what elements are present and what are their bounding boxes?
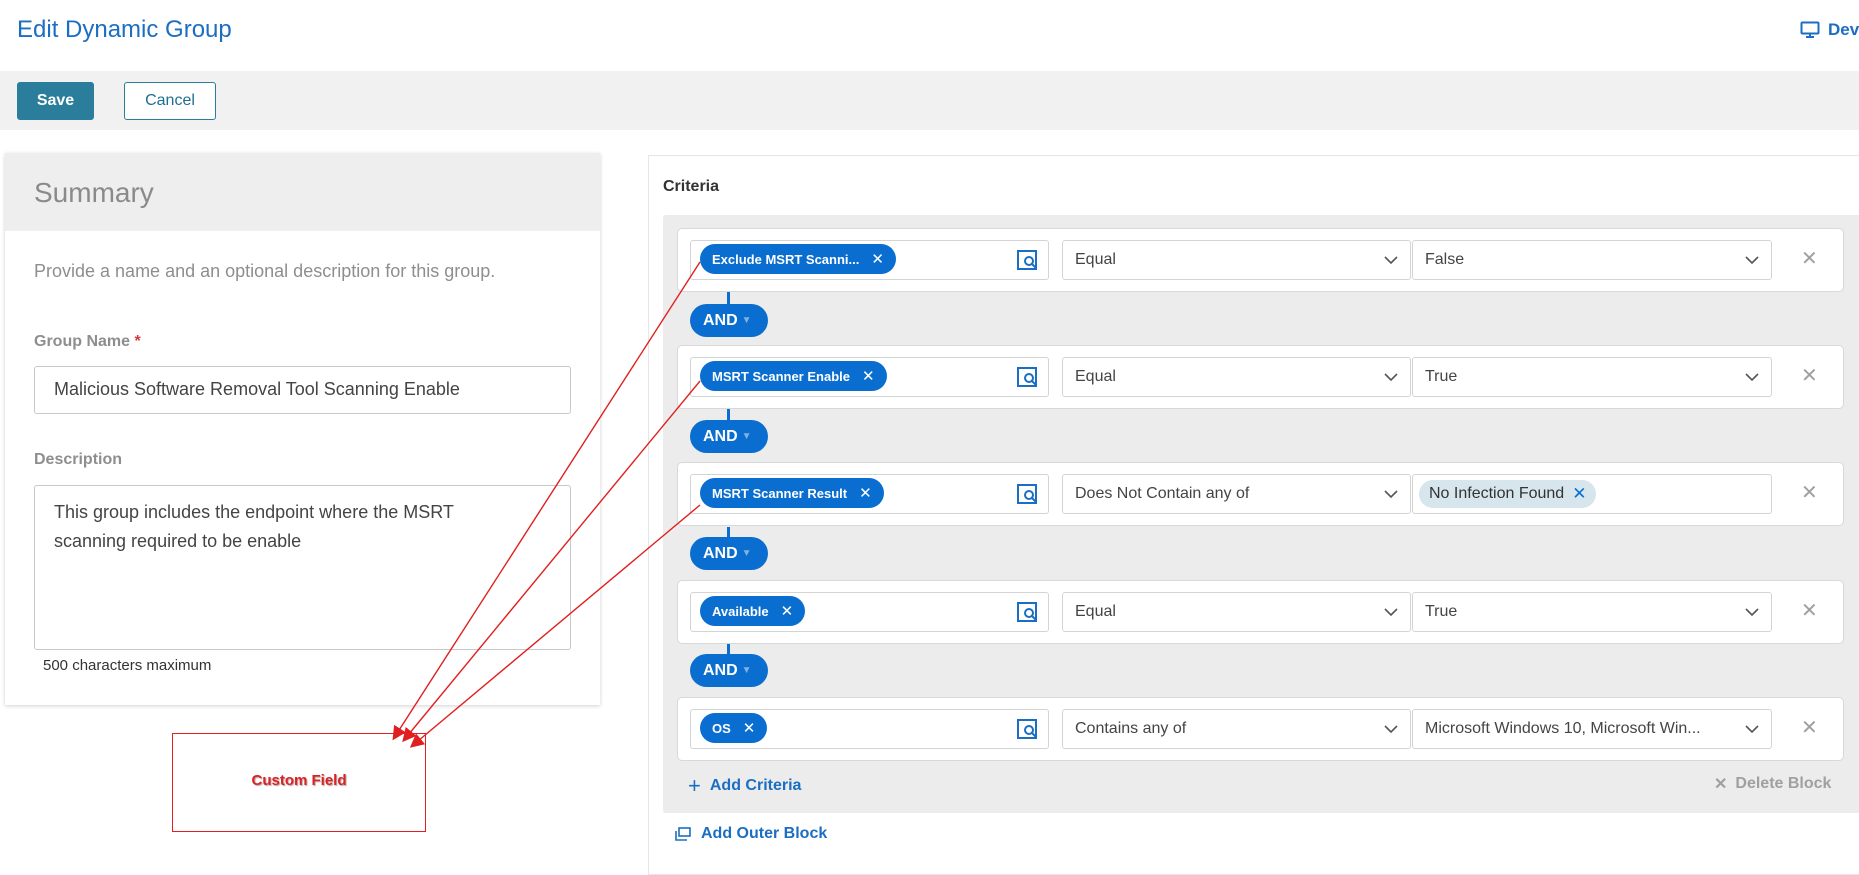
operator-dropdown[interactable]: Contains any of bbox=[1062, 709, 1411, 749]
chevron-down-icon bbox=[1745, 256, 1759, 265]
value-dropdown[interactable]: True bbox=[1412, 357, 1772, 397]
group-name-input[interactable]: Malicious Software Removal Tool Scanning… bbox=[34, 366, 571, 414]
value-multiselect[interactable]: No Infection Found ✕ bbox=[1412, 474, 1772, 514]
delete-block-button[interactable]: ✕ Delete Block bbox=[1714, 774, 1831, 794]
remove-row-icon[interactable]: ✕ bbox=[1801, 363, 1818, 388]
chevron-down-icon bbox=[1745, 725, 1759, 734]
field-picker-icon[interactable] bbox=[1016, 366, 1038, 388]
cancel-button[interactable]: Cancel bbox=[124, 82, 216, 120]
field-chip[interactable]: OS ✕ bbox=[700, 713, 768, 743]
group-name-label: Group Name * bbox=[34, 333, 141, 350]
chevron-down-icon bbox=[1384, 256, 1398, 265]
toolbar bbox=[0, 71, 1859, 130]
plus-icon: + bbox=[688, 773, 701, 798]
chevron-down-icon bbox=[1384, 608, 1398, 617]
operator-dropdown[interactable]: Equal bbox=[1062, 357, 1411, 397]
chevron-down-icon bbox=[1384, 490, 1398, 499]
char-limit-hint: 500 characters maximum bbox=[43, 657, 212, 674]
remove-row-icon[interactable]: ✕ bbox=[1801, 246, 1818, 271]
chevron-down-icon: ▼ bbox=[741, 315, 752, 326]
description-line: scanning required to be enable bbox=[54, 531, 302, 551]
chevron-down-icon bbox=[1745, 373, 1759, 382]
chevron-down-icon bbox=[1384, 373, 1398, 382]
and-operator-toggle[interactable]: AND ▼ bbox=[690, 420, 768, 453]
field-picker-icon[interactable] bbox=[1016, 249, 1038, 271]
close-icon[interactable]: ✕ bbox=[1572, 484, 1586, 504]
page-title: Edit Dynamic Group bbox=[17, 16, 232, 43]
chevron-down-icon: ▼ bbox=[741, 665, 752, 676]
close-icon[interactable]: ✕ bbox=[862, 367, 875, 385]
and-operator-toggle[interactable]: AND ▼ bbox=[690, 654, 768, 687]
description-line: This group includes the endpoint where t… bbox=[54, 502, 454, 522]
add-criteria-button[interactable]: + Add Criteria bbox=[688, 773, 801, 799]
remove-row-icon[interactable]: ✕ bbox=[1801, 715, 1818, 740]
summary-title: Summary bbox=[34, 177, 154, 208]
value-tag[interactable]: No Infection Found ✕ bbox=[1419, 480, 1597, 508]
operator-dropdown[interactable]: Does Not Contain any of bbox=[1062, 474, 1411, 514]
add-outer-block-button[interactable]: Add Outer Block bbox=[675, 825, 827, 843]
chevron-down-icon bbox=[1745, 608, 1759, 617]
and-operator-toggle[interactable]: AND ▼ bbox=[690, 304, 768, 337]
chevron-down-icon: ▼ bbox=[741, 431, 752, 442]
required-marker: * bbox=[134, 333, 141, 350]
description-textarea[interactable]: This group includes the endpoint where t… bbox=[34, 485, 571, 650]
value-dropdown[interactable]: True bbox=[1412, 592, 1772, 632]
field-chip[interactable]: Available ✕ bbox=[700, 596, 806, 626]
chevron-down-icon: ▼ bbox=[741, 548, 752, 559]
operator-dropdown[interactable]: Equal bbox=[1062, 240, 1411, 280]
summary-description: Provide a name and an optional descripti… bbox=[34, 261, 496, 281]
close-icon[interactable]: ✕ bbox=[781, 602, 794, 620]
annotation-label: Custom Field bbox=[251, 772, 347, 789]
close-icon[interactable]: ✕ bbox=[871, 250, 884, 268]
close-icon: ✕ bbox=[1714, 776, 1728, 793]
and-operator-toggle[interactable]: AND ▼ bbox=[690, 537, 768, 570]
device-link[interactable]: Dev bbox=[1800, 20, 1859, 40]
operator-dropdown[interactable]: Equal bbox=[1062, 592, 1411, 632]
value-dropdown[interactable]: Microsoft Windows 10, Microsoft Win... bbox=[1412, 709, 1772, 749]
criteria-title: Criteria bbox=[663, 178, 720, 195]
field-chip[interactable]: MSRT Scanner Result ✕ bbox=[700, 478, 884, 508]
field-chip[interactable]: Exclude MSRT Scanni... ✕ bbox=[700, 244, 896, 274]
field-picker-icon[interactable] bbox=[1016, 483, 1038, 505]
field-picker-icon[interactable] bbox=[1016, 718, 1038, 740]
field-picker-icon[interactable] bbox=[1016, 601, 1038, 623]
add-block-icon bbox=[675, 827, 691, 841]
device-link-label: Dev bbox=[1828, 20, 1859, 39]
value-dropdown[interactable]: False bbox=[1412, 240, 1772, 280]
save-button[interactable]: Save bbox=[17, 82, 94, 120]
remove-row-icon[interactable]: ✕ bbox=[1801, 480, 1818, 505]
close-icon[interactable]: ✕ bbox=[859, 484, 872, 502]
field-chip[interactable]: MSRT Scanner Enable ✕ bbox=[700, 361, 887, 391]
monitor-icon bbox=[1800, 21, 1820, 38]
close-icon[interactable]: ✕ bbox=[743, 719, 756, 737]
remove-row-icon[interactable]: ✕ bbox=[1801, 598, 1818, 623]
chevron-down-icon bbox=[1384, 725, 1398, 734]
description-label: Description bbox=[34, 451, 123, 468]
